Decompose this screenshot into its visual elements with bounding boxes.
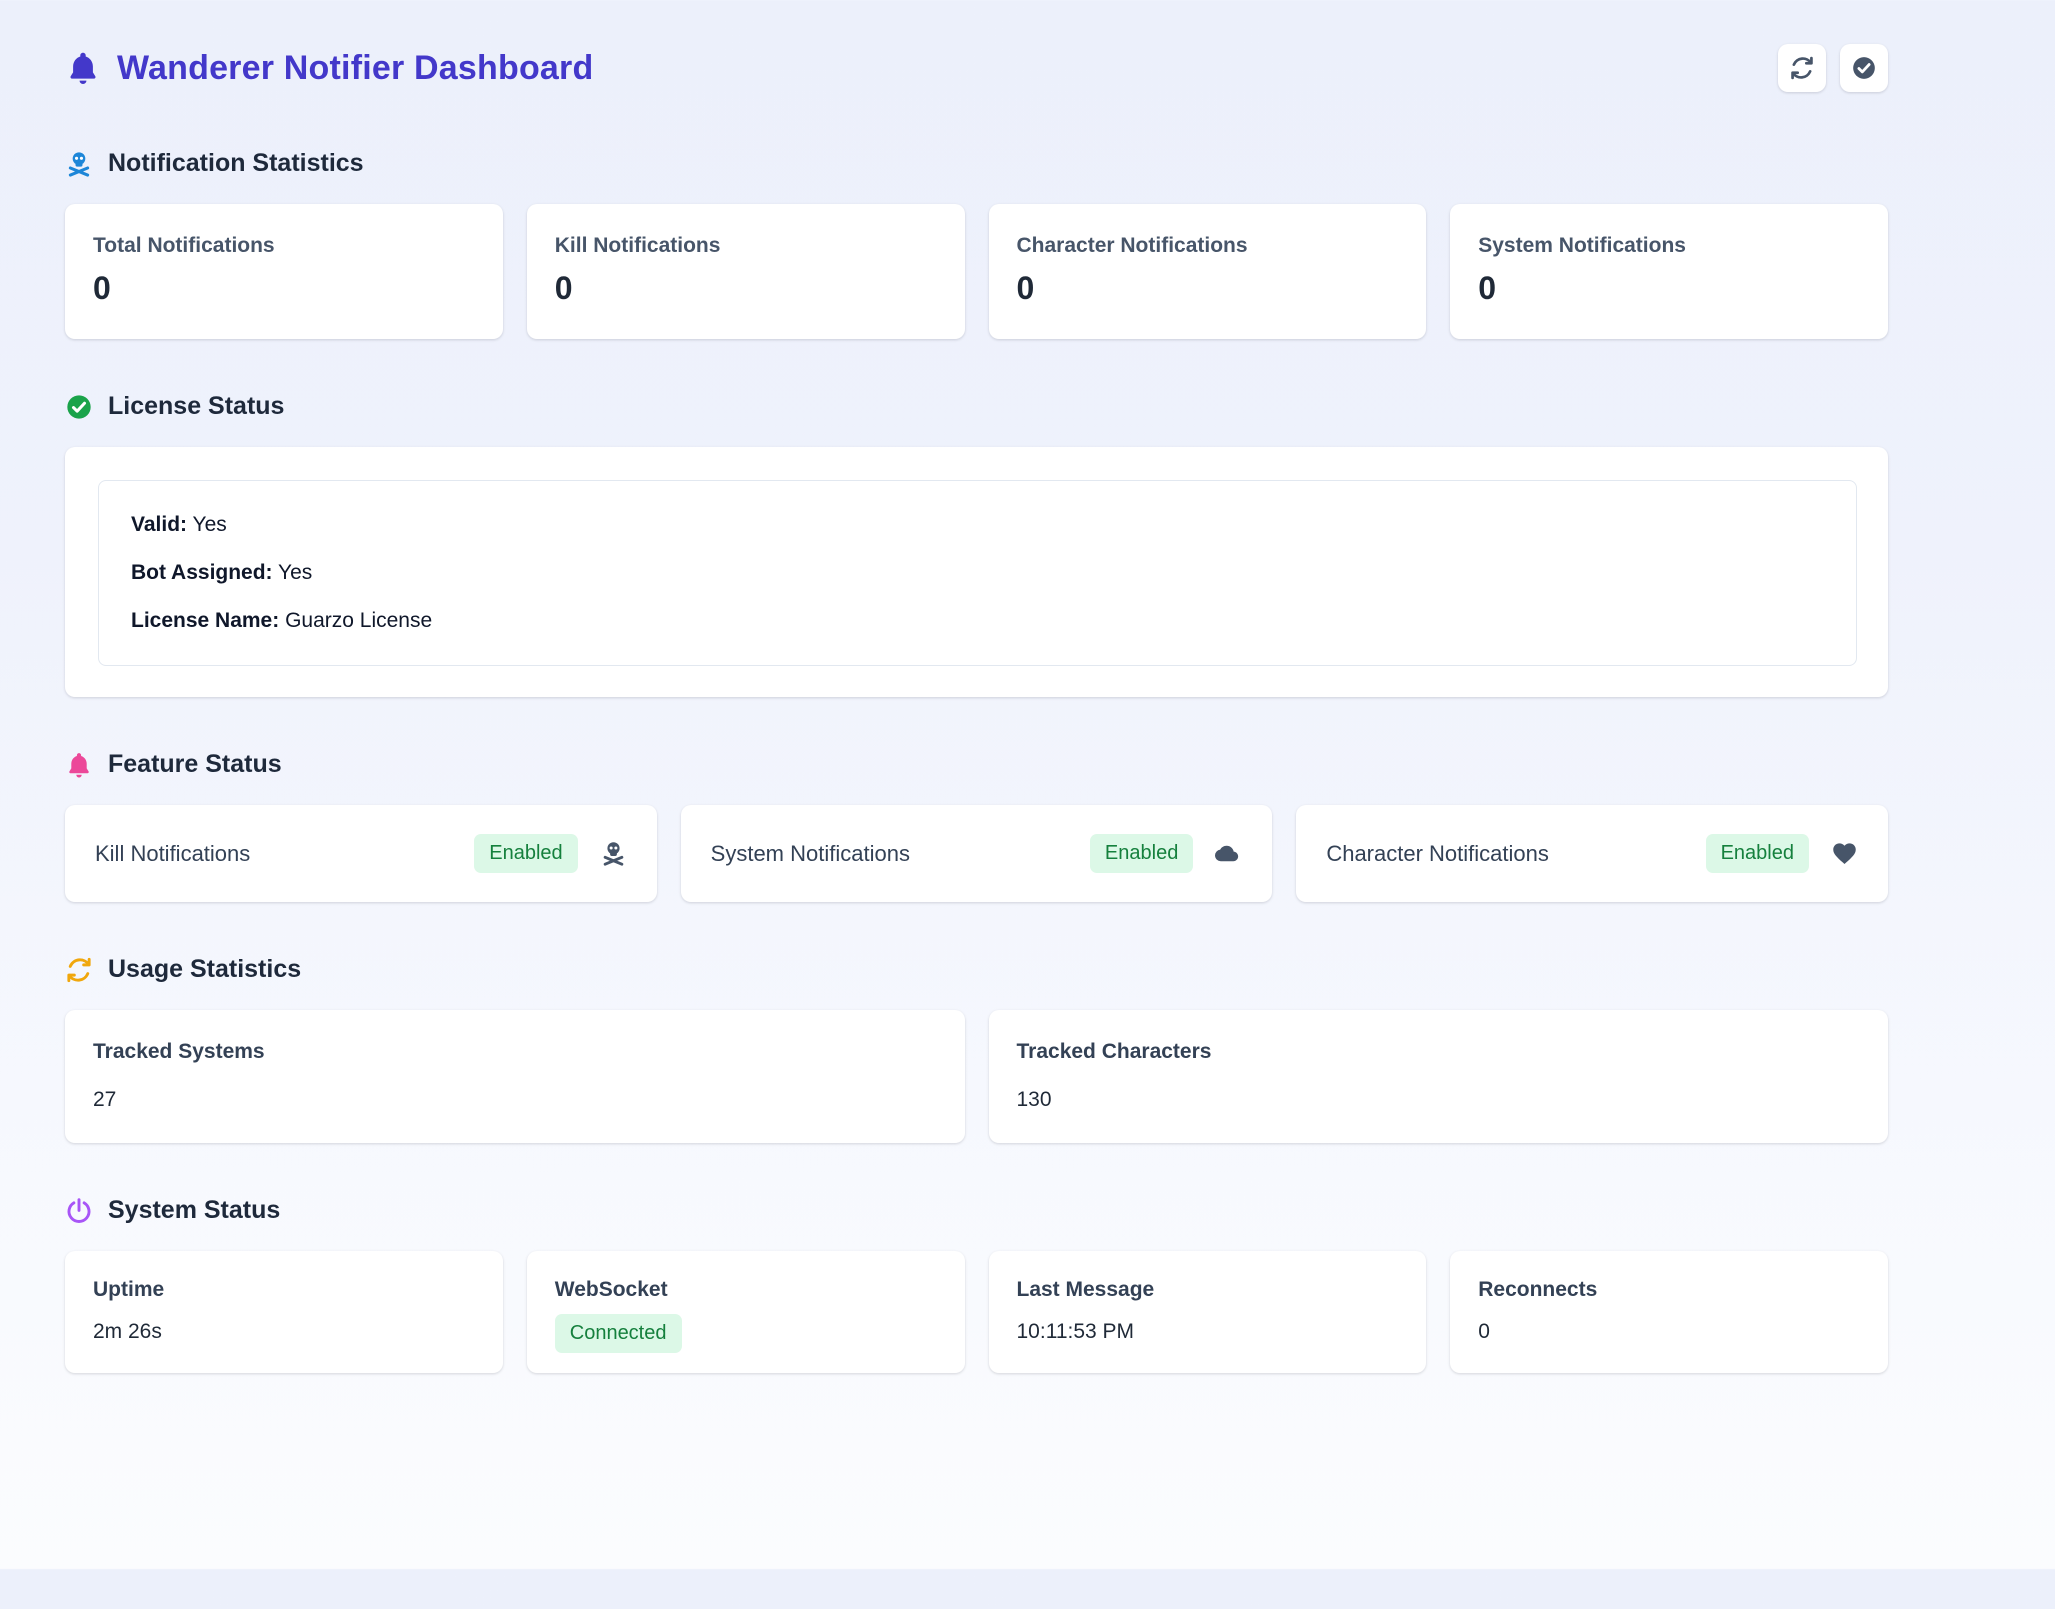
feature-card-kill-notifications: Kill Notifications Enabled bbox=[65, 805, 657, 902]
license-row-bot-assigned: Bot Assigned: Yes bbox=[131, 559, 1824, 587]
check-circle-icon bbox=[1851, 55, 1877, 81]
bell-icon bbox=[65, 50, 101, 86]
power-icon bbox=[65, 1197, 93, 1225]
section-title: System Status bbox=[108, 1196, 280, 1225]
brand: Wanderer Notifier Dashboard bbox=[65, 49, 593, 88]
app-header: Wanderer Notifier Dashboard bbox=[65, 40, 1888, 96]
status-badge: Enabled bbox=[474, 834, 577, 873]
license-field-label: Bot Assigned: bbox=[131, 561, 273, 584]
stat-card-total-notifications: Total Notifications 0 bbox=[65, 204, 503, 339]
feature-label: Character Notifications bbox=[1326, 841, 1549, 867]
usage-label: Tracked Systems bbox=[93, 1040, 937, 1064]
section-notification-statistics: Notification Statistics Total Notificati… bbox=[65, 149, 1888, 339]
system-card-last-message: Last Message 10:11:53 PM bbox=[989, 1251, 1427, 1373]
license-field-label: Valid: bbox=[131, 513, 187, 536]
section-license-status: License Status Valid: Yes Bot Assigned: … bbox=[65, 392, 1888, 697]
dashboard-page: Wanderer Notifier Dashboard Notification… bbox=[65, 40, 1888, 1373]
license-details-box: Valid: Yes Bot Assigned: Yes License Nam… bbox=[98, 480, 1857, 666]
usage-value: 27 bbox=[93, 1088, 937, 1112]
check-circle-icon bbox=[65, 393, 93, 421]
system-value: 10:11:53 PM bbox=[1017, 1320, 1399, 1344]
license-field-value: Guarzo License bbox=[285, 609, 432, 632]
stat-card-system-notifications: System Notifications 0 bbox=[1450, 204, 1888, 339]
section-system-status: System Status Uptime 2m 26s WebSocket Co… bbox=[65, 1196, 1888, 1373]
sync-icon bbox=[65, 956, 93, 984]
refresh-button[interactable] bbox=[1778, 44, 1826, 92]
stat-value: 0 bbox=[1017, 270, 1399, 307]
websocket-status-badge: Connected bbox=[555, 1314, 682, 1353]
system-card-reconnects: Reconnects 0 bbox=[1450, 1251, 1888, 1373]
usage-card-tracked-systems: Tracked Systems 27 bbox=[65, 1010, 965, 1143]
system-label: Uptime bbox=[93, 1278, 475, 1302]
feature-label: System Notifications bbox=[711, 841, 910, 867]
usage-card-tracked-characters: Tracked Characters 130 bbox=[989, 1010, 1889, 1143]
license-row-valid: Valid: Yes bbox=[131, 511, 1824, 539]
feature-card-character-notifications: Character Notifications Enabled bbox=[1296, 805, 1888, 902]
license-field-label: License Name: bbox=[131, 609, 279, 632]
section-feature-status: Feature Status Kill Notifications Enable… bbox=[65, 750, 1888, 902]
stat-value: 0 bbox=[555, 270, 937, 307]
bell-icon bbox=[65, 751, 93, 779]
page-title: Wanderer Notifier Dashboard bbox=[117, 49, 593, 88]
status-badge: Enabled bbox=[1090, 834, 1193, 873]
stat-value: 0 bbox=[1478, 270, 1860, 307]
heart-icon bbox=[1831, 840, 1858, 867]
stat-label: Character Notifications bbox=[1017, 234, 1399, 258]
section-usage-statistics: Usage Statistics Tracked Systems 27 Trac… bbox=[65, 955, 1888, 1143]
system-label: WebSocket bbox=[555, 1278, 937, 1302]
system-value: 0 bbox=[1478, 1320, 1860, 1344]
stat-label: Kill Notifications bbox=[555, 234, 937, 258]
license-field-value: Yes bbox=[193, 513, 227, 536]
license-field-value: Yes bbox=[278, 561, 312, 584]
system-card-uptime: Uptime 2m 26s bbox=[65, 1251, 503, 1373]
stat-card-character-notifications: Character Notifications 0 bbox=[989, 204, 1427, 339]
refresh-icon bbox=[1789, 55, 1815, 81]
feature-label: Kill Notifications bbox=[95, 841, 250, 867]
stat-value: 0 bbox=[93, 270, 475, 307]
stat-label: Total Notifications bbox=[93, 234, 475, 258]
section-title: Feature Status bbox=[108, 750, 282, 779]
section-title: Usage Statistics bbox=[108, 955, 301, 984]
cloud-icon bbox=[1215, 840, 1242, 867]
system-label: Last Message bbox=[1017, 1278, 1399, 1302]
skull-crossbones-icon bbox=[65, 150, 93, 178]
stat-card-kill-notifications: Kill Notifications 0 bbox=[527, 204, 965, 339]
usage-label: Tracked Characters bbox=[1017, 1040, 1861, 1064]
system-card-websocket: WebSocket Connected bbox=[527, 1251, 965, 1373]
system-label: Reconnects bbox=[1478, 1278, 1860, 1302]
skull-crossbones-icon bbox=[600, 840, 627, 867]
usage-value: 130 bbox=[1017, 1088, 1861, 1112]
section-title: Notification Statistics bbox=[108, 149, 364, 178]
section-title: License Status bbox=[108, 392, 284, 421]
header-actions bbox=[1778, 44, 1888, 92]
stat-label: System Notifications bbox=[1478, 234, 1860, 258]
status-button[interactable] bbox=[1840, 44, 1888, 92]
feature-card-system-notifications: System Notifications Enabled bbox=[681, 805, 1273, 902]
status-badge: Enabled bbox=[1706, 834, 1809, 873]
license-card: Valid: Yes Bot Assigned: Yes License Nam… bbox=[65, 447, 1888, 697]
system-value: 2m 26s bbox=[93, 1320, 475, 1344]
license-row-license-name: License Name: Guarzo License bbox=[131, 607, 1824, 635]
